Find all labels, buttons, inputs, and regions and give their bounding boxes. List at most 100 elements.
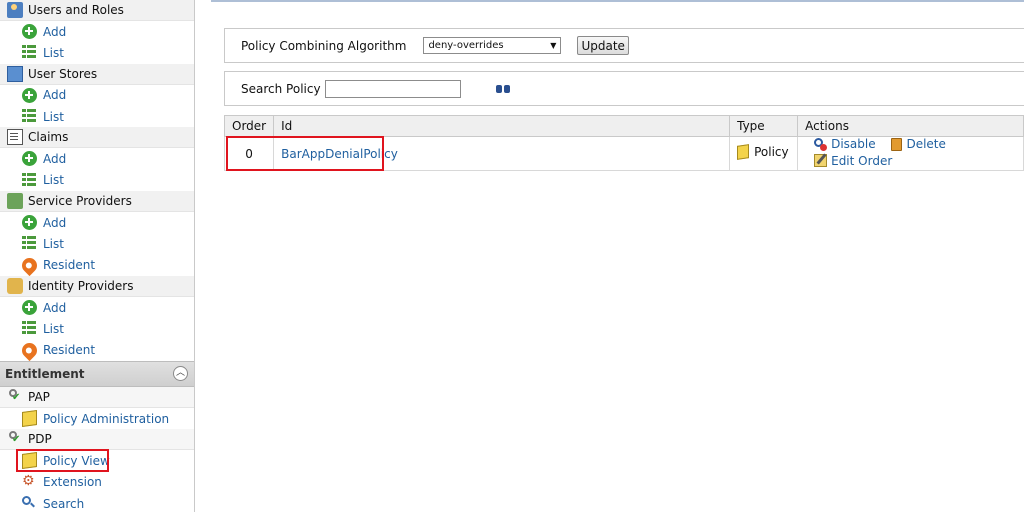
sidebar-item-label[interactable]: List — [43, 110, 64, 124]
combining-algorithm-value: deny-overrides — [428, 40, 504, 51]
sidebar-group-entitlement[interactable]: Entitlement ︿ — [0, 360, 194, 387]
sidebar-item-label[interactable]: Search — [43, 497, 84, 511]
sidebar-group-label: Entitlement — [5, 366, 85, 381]
sidebar-item-label[interactable]: List — [43, 322, 64, 336]
sidebar-item-label[interactable]: Add — [43, 88, 66, 102]
sidebar-item-label[interactable]: Add — [43, 25, 66, 39]
sidebar-item-label[interactable]: Policy Administration — [43, 412, 169, 426]
add-icon — [22, 300, 37, 316]
extension-icon — [22, 473, 37, 490]
search-policy-input[interactable] — [324, 79, 461, 98]
dropdown-arrow-icon: ▼ — [550, 41, 557, 50]
resident-icon — [18, 254, 41, 276]
search-policy-panel: Search Policy — [224, 71, 1024, 106]
resident-icon — [18, 339, 41, 361]
collapse-icon[interactable]: ︿ — [173, 366, 188, 382]
sidebar-item-idp-list[interactable]: List — [0, 318, 194, 339]
add-icon — [22, 24, 37, 40]
pap-icon — [7, 388, 23, 405]
sidebar-item-policy-administration[interactable]: Policy Administration — [0, 408, 194, 429]
sidebar-item-idp-add[interactable]: Add — [0, 297, 194, 318]
sidebar-item-label[interactable]: Resident — [43, 258, 95, 272]
identity-providers-icon — [7, 277, 23, 294]
table-header-row: Order Id Type Actions — [223, 115, 1024, 137]
list-icon — [22, 109, 37, 124]
disable-icon — [814, 137, 828, 151]
sidebar-item-sp-resident[interactable]: Resident — [0, 254, 194, 276]
sidebar-item-label[interactable]: Add — [43, 152, 66, 166]
sidebar-section-pdp: PDP — [0, 429, 194, 451]
sidebar-item-label[interactable]: List — [43, 237, 64, 251]
sidebar-section-user-stores: User Stores — [0, 63, 194, 85]
sidebar-section-label: PDP — [28, 432, 52, 447]
sidebar-item-label[interactable]: List — [43, 173, 64, 187]
sidebar-section-label: Identity Providers — [28, 278, 134, 293]
edit-order-link[interactable]: Edit Order — [831, 154, 892, 168]
column-header-actions: Actions — [797, 115, 1024, 137]
update-button[interactable]: Update — [577, 36, 629, 55]
sidebar-item-claims-list[interactable]: List — [0, 170, 194, 191]
user-stores-icon — [7, 65, 23, 82]
add-icon — [22, 87, 37, 103]
sidebar-item-extension[interactable]: Extension — [0, 472, 194, 493]
sidebar-item-label[interactable]: Add — [43, 301, 66, 315]
delete-action[interactable]: Delete — [891, 137, 946, 151]
edit-icon — [814, 154, 828, 167]
main-content: Policy Combining Algorithm deny-override… — [195, 0, 1024, 512]
list-icon — [22, 236, 37, 251]
sidebar-item-idp-resident[interactable]: Resident — [0, 339, 194, 361]
trash-icon — [891, 137, 903, 151]
policy-icon — [737, 144, 750, 160]
sidebar-item-claims-add[interactable]: Add — [0, 148, 194, 169]
list-icon — [22, 45, 37, 60]
sidebar-item-label[interactable]: Resident — [43, 343, 95, 357]
sidebar-item-label[interactable]: List — [43, 46, 64, 60]
sidebar-item-policy-view[interactable]: Policy View — [0, 449, 194, 473]
search-icon — [22, 496, 37, 511]
sidebar-item-label[interactable]: Extension — [43, 475, 102, 489]
policy-type-cell: Policy — [729, 136, 799, 171]
combining-algorithm-panel: Policy Combining Algorithm deny-override… — [224, 28, 1024, 63]
policy-type: Policy — [754, 145, 789, 159]
search-policy-label: Search Policy — [241, 81, 321, 96]
sidebar-section-claims: Claims — [0, 127, 194, 149]
sidebar-section-label: Users and Roles — [28, 3, 124, 17]
add-icon — [22, 151, 37, 167]
sidebar-item-sp-list[interactable]: List — [0, 233, 194, 254]
column-header-order: Order — [223, 115, 275, 137]
sidebar-section-users-and-roles: Users and Roles — [0, 0, 194, 21]
highlight-box — [226, 136, 384, 171]
sidebar-section-pap: PAP — [0, 386, 194, 408]
update-button-label: Update — [581, 38, 625, 53]
users-roles-icon — [7, 2, 23, 18]
sidebar-section-identity-providers: Identity Providers — [0, 275, 194, 297]
sidebar-item-userstores-add[interactable]: Add — [0, 85, 194, 106]
policy-actions-cell: Disable Delete Edit Order — [797, 136, 1024, 171]
delete-link[interactable]: Delete — [906, 137, 945, 151]
policy-icon — [22, 410, 37, 428]
edit-order-action[interactable]: Edit Order — [814, 154, 892, 168]
combining-algorithm-label: Policy Combining Algorithm — [241, 38, 407, 53]
pdp-icon — [7, 431, 23, 447]
sidebar-section-label: Service Providers — [28, 193, 132, 208]
add-icon — [22, 215, 37, 231]
disable-action[interactable]: Disable — [814, 137, 876, 151]
sidebar-item-label[interactable]: Add — [43, 216, 66, 230]
service-providers-icon — [7, 192, 23, 209]
column-header-id: Id — [273, 115, 731, 137]
disable-link[interactable]: Disable — [831, 137, 876, 151]
top-divider — [211, 0, 1024, 2]
highlight-box — [16, 449, 109, 473]
sidebar-item-users-list[interactable]: List — [0, 42, 194, 63]
sidebar-section-label: Claims — [28, 130, 69, 145]
list-icon — [22, 172, 37, 188]
column-header-type: Type — [729, 115, 799, 137]
sidebar-item-userstores-list[interactable]: List — [0, 106, 194, 127]
combining-algorithm-select[interactable]: deny-overrides ▼ — [423, 37, 562, 54]
binoculars-search-icon[interactable] — [495, 83, 511, 95]
list-icon — [22, 321, 37, 336]
sidebar-item-search[interactable]: Search — [0, 493, 194, 512]
sidebar-item-users-add[interactable]: Add — [0, 21, 194, 42]
claims-icon — [7, 129, 23, 146]
sidebar-item-sp-add[interactable]: Add — [0, 212, 194, 233]
